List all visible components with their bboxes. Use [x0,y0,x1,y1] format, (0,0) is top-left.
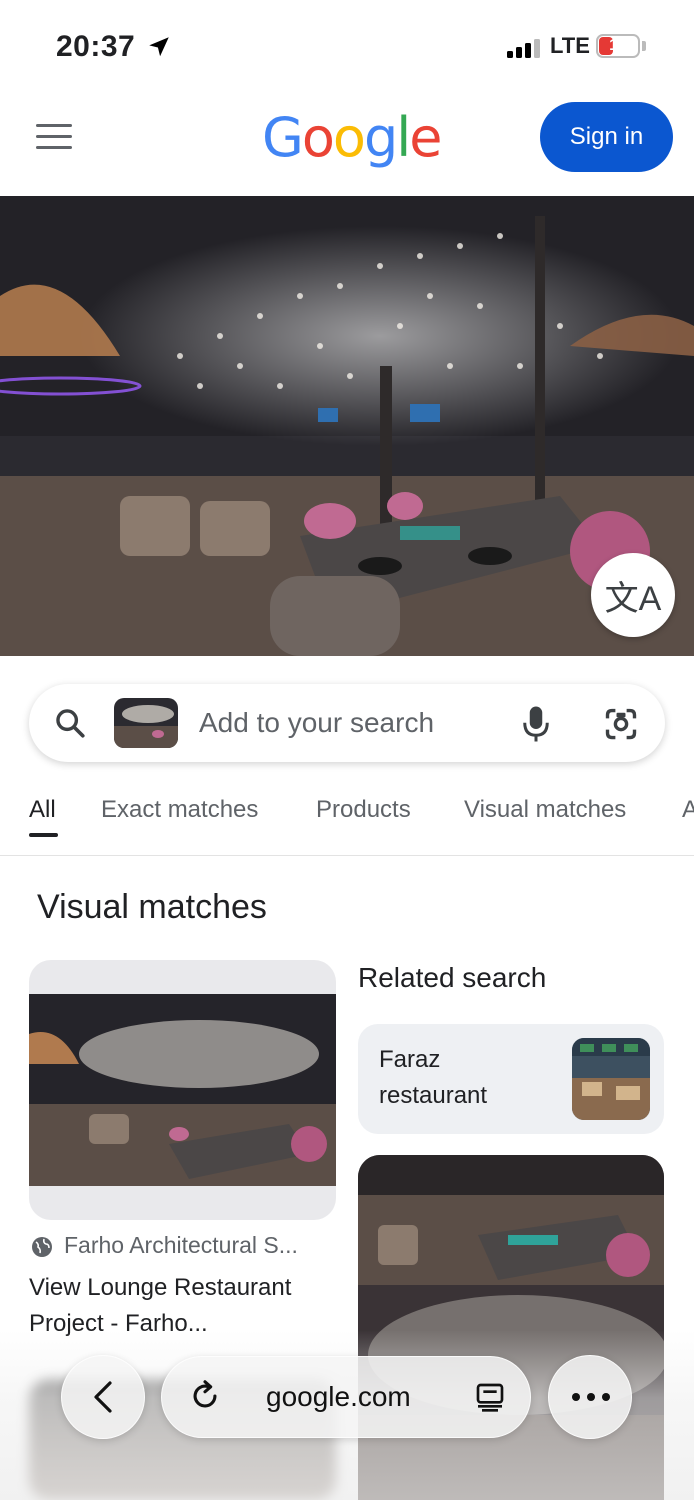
tab-products[interactable]: Products [316,796,411,824]
query-image[interactable] [0,196,694,656]
hamburger-menu-icon[interactable] [36,124,72,154]
related-search-chip[interactable]: Faraz restaurant [358,1024,664,1134]
cellular-signal-icon [507,39,540,58]
search-image-thumbnail[interactable] [114,698,178,748]
url-bar[interactable]: google.com [161,1356,531,1438]
search-tabs: All Exact matches Products Visual matche… [0,770,694,856]
battery-nub [642,41,646,51]
microphone-icon[interactable] [521,704,551,744]
result-image[interactable] [29,960,336,1220]
globe-icon [32,1237,52,1257]
url-text: google.com [266,1381,411,1412]
status-time: 20:37 [56,30,136,63]
search-icon [56,709,85,738]
translate-icon: 文A [604,579,662,618]
network-type: LTE [550,33,590,58]
logo-letter: l [396,106,411,169]
reload-icon [193,1380,217,1408]
tab-all[interactable]: All [29,796,56,824]
more-ellipsis-icon [572,1393,610,1401]
translate-button[interactable]: 文A [591,553,675,637]
battery-icon: 14 [596,34,640,58]
tab-overflow[interactable]: A [682,796,694,824]
google-logo[interactable]: Google [262,106,442,169]
logo-letter: G [262,106,304,169]
location-arrow-icon [149,37,169,57]
status-bar: 20:37 LTE 14 [0,0,694,92]
tab-exact-matches[interactable]: Exact matches [101,796,258,824]
active-tab-indicator [29,833,58,837]
logo-letter: o [332,106,366,169]
result-photo [29,994,336,1186]
result-source-name: Farho Architectural S... [64,1232,298,1258]
sign-in-button[interactable]: Sign in [540,102,673,172]
search-input[interactable] [199,702,499,744]
google-lens-icon[interactable] [603,706,639,742]
logo-letter: e [409,106,442,169]
back-chevron-icon [94,1381,112,1413]
more-button[interactable] [548,1355,632,1439]
logo-letter: g [363,106,398,169]
logo-letter: o [301,106,335,169]
related-search-label: Faraz restaurant [379,1046,488,1109]
related-search-thumbnail [572,1038,650,1120]
section-title: Visual matches [37,888,267,926]
reader-mode-icon [476,1383,504,1412]
battery-percent: 14 [609,37,627,54]
related-search-heading: Related search [358,962,547,993]
search-bar[interactable] [29,684,665,762]
tab-visual-matches[interactable]: Visual matches [464,796,626,824]
restaurant-photo [0,196,694,656]
google-header: Google Sign in [0,92,694,196]
back-button[interactable] [61,1355,145,1439]
